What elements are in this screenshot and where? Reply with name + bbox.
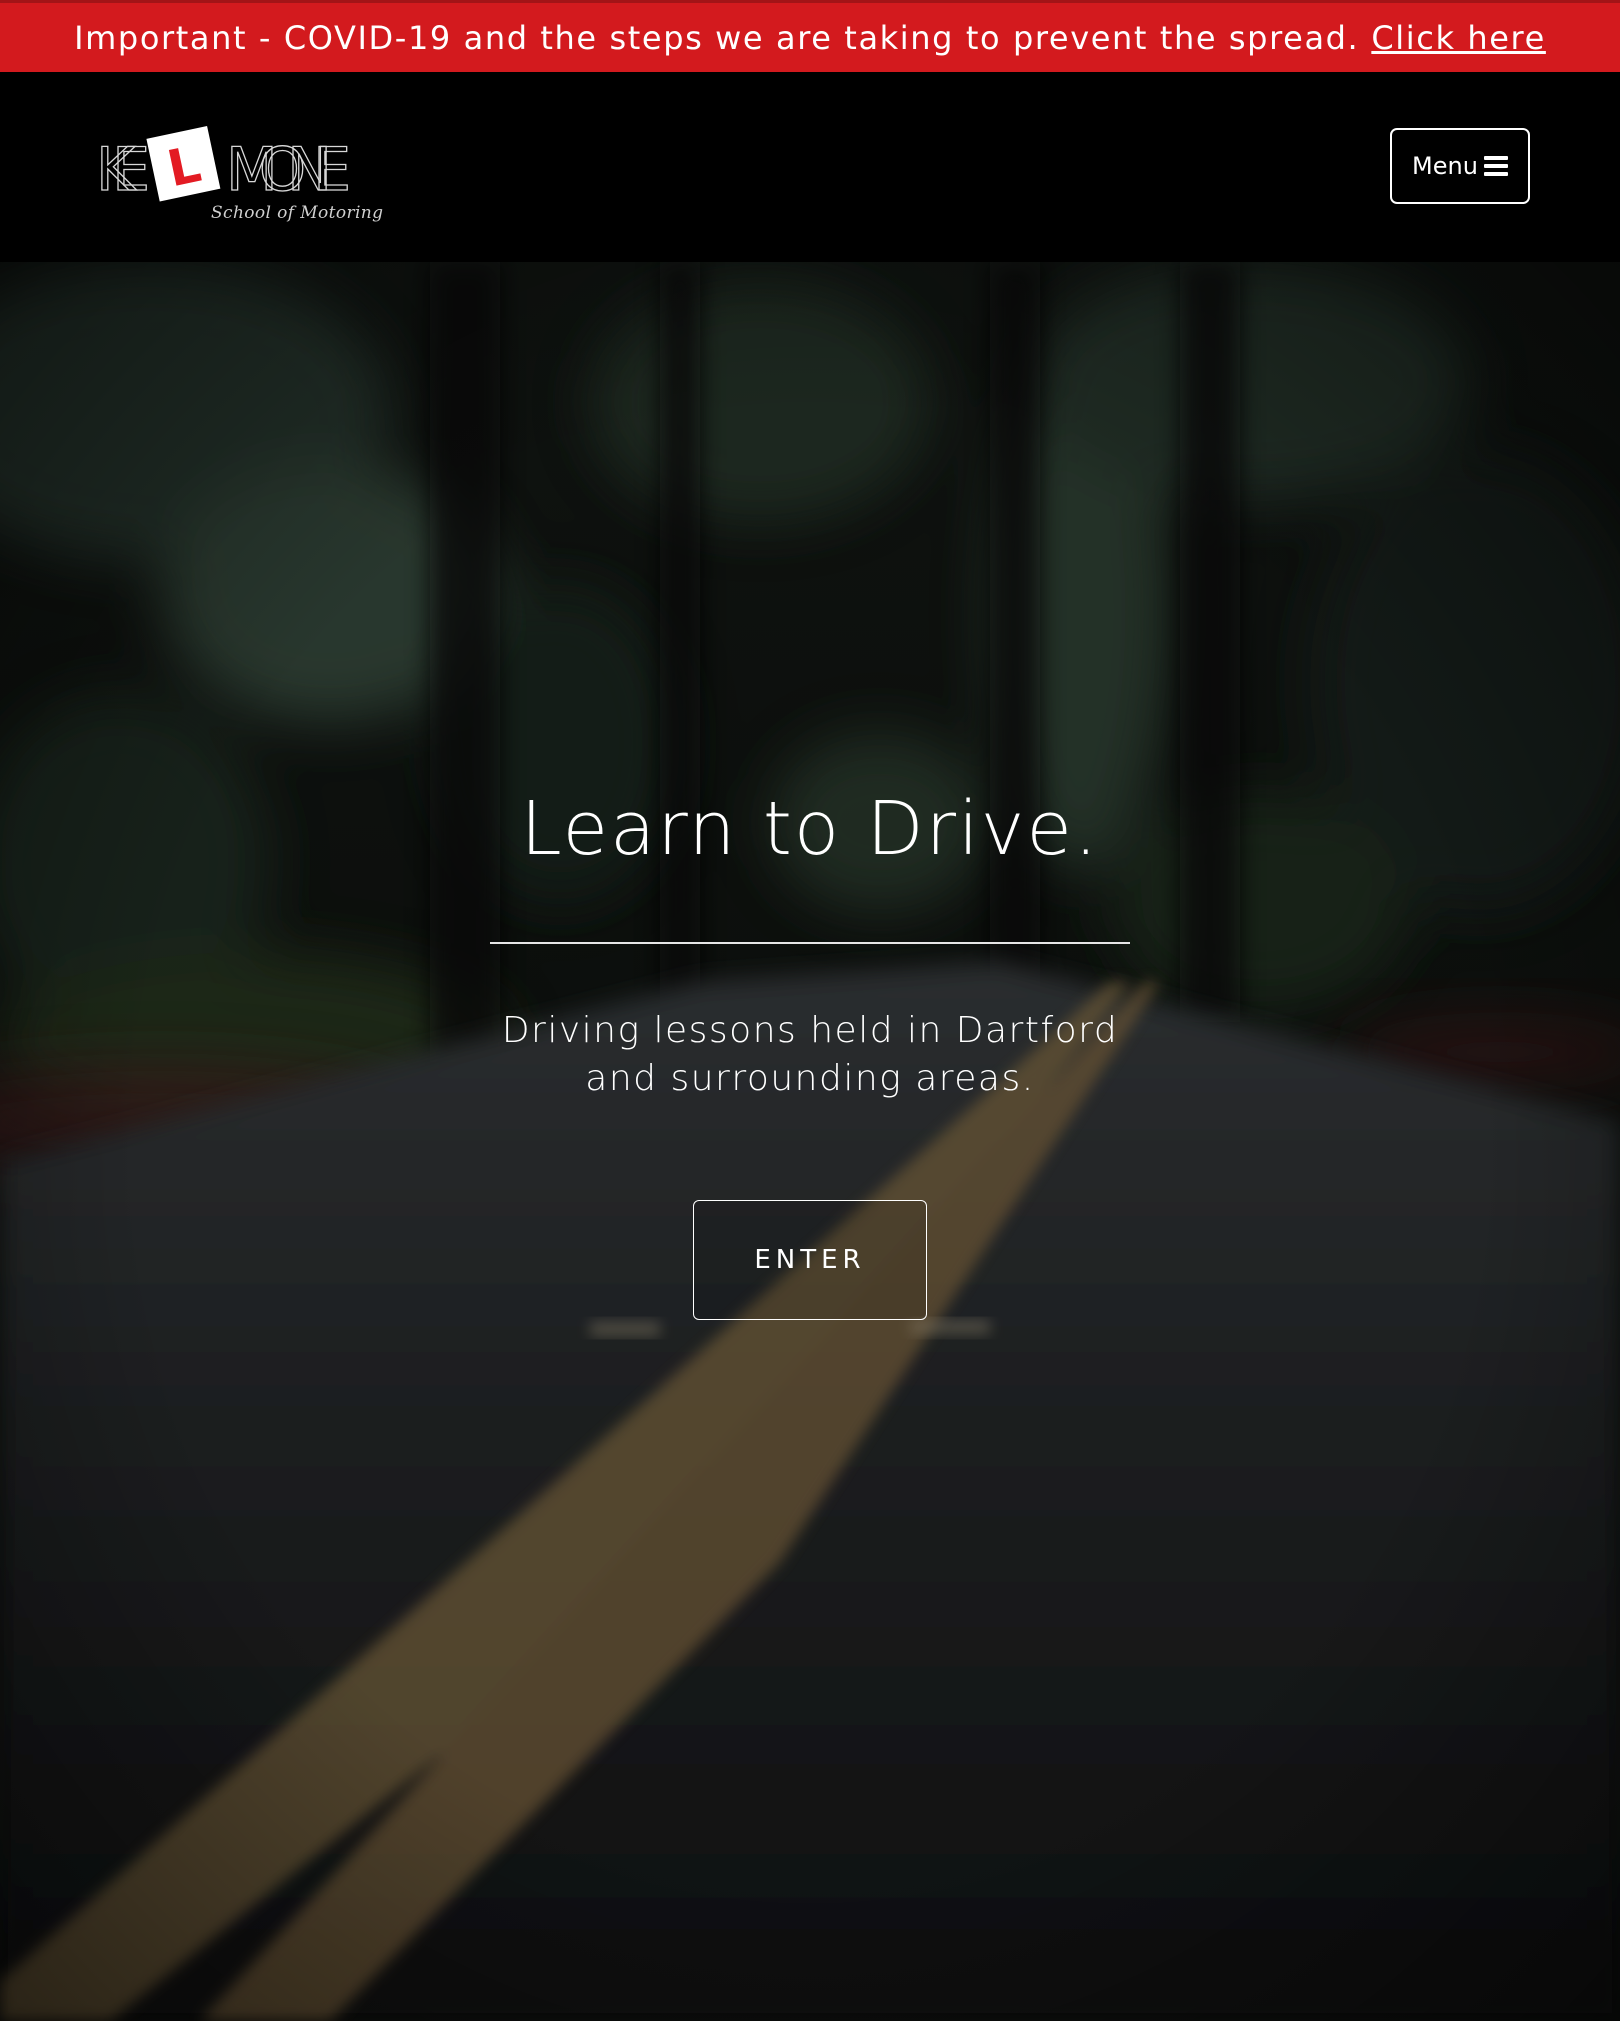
enter-button[interactable]: ENTER <box>693 1200 927 1320</box>
hero-section: Learn to Drive. Driving lessons held in … <box>0 262 1620 2021</box>
covid-alert-banner: Important - COVID-19 and the steps we ar… <box>0 0 1620 72</box>
logo-tagline: School of Motoring <box>211 203 383 223</box>
hero-divider <box>490 942 1130 944</box>
hamburger-icon <box>1483 156 1508 176</box>
kelmone-logo-graphic: KE L MONE School of Motoring <box>95 126 383 223</box>
l-plate-icon: L <box>146 126 221 202</box>
hero-subtitle-line-2: and surrounding areas. <box>585 1058 1035 1099</box>
site-header: KE L MONE School of Motoring Menu <box>0 72 1620 262</box>
logo-letters-right: MONE <box>226 135 348 205</box>
menu-button-label: Menu <box>1412 152 1478 180</box>
hero-content: Learn to Drive. Driving lessons held in … <box>0 262 1620 2021</box>
alert-click-here-link[interactable]: Click here <box>1371 19 1546 57</box>
menu-button[interactable]: Menu <box>1390 128 1530 204</box>
alert-text: Important - COVID-19 and the steps we ar… <box>74 18 1360 57</box>
hero-title: Learn to Drive. <box>520 786 1100 872</box>
hero-subtitle: Driving lessons held in Dartford and sur… <box>460 1007 1160 1103</box>
hero-subtitle-line-1: Driving lessons held in Dartford <box>501 1010 1119 1051</box>
site-logo[interactable]: KE L MONE School of Motoring <box>95 118 396 228</box>
logo-letters-left: KE <box>96 135 148 205</box>
